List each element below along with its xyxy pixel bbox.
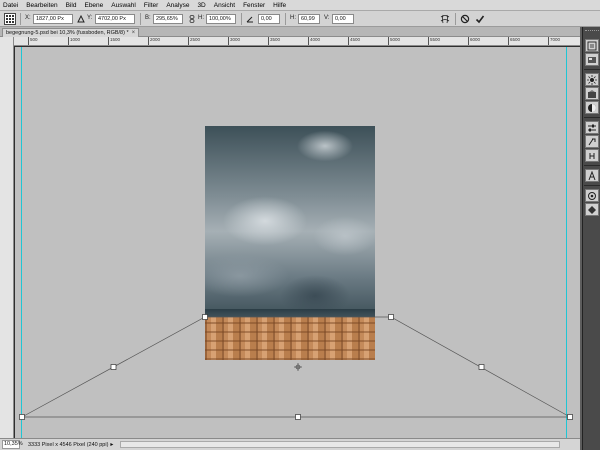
transform-bounding-box[interactable]: [15, 47, 580, 438]
ruler-tick-label: 2000: [148, 37, 160, 45]
brush-icon[interactable]: [585, 73, 599, 86]
transform-handle[interactable]: [202, 314, 208, 320]
document-canvas[interactable]: [15, 47, 580, 438]
ruler-tick-label: 6500: [508, 37, 520, 45]
dock-divider: [584, 69, 600, 70]
panel-dock: [582, 27, 600, 450]
menu-bild[interactable]: Bild: [66, 2, 77, 9]
channels-icon[interactable]: [585, 203, 599, 216]
rotation-angle-field[interactable]: 0,00: [258, 14, 280, 24]
close-tab-icon[interactable]: ×: [132, 29, 136, 37]
x-label: X:: [25, 15, 31, 21]
menu-analyse[interactable]: Analyse: [166, 2, 189, 9]
warp-icon[interactable]: [440, 14, 450, 24]
hskew-label: H:: [290, 15, 296, 21]
ruler-tick-label: 3000: [228, 37, 240, 45]
color-icon[interactable]: [585, 101, 599, 114]
vskew-label: V:: [324, 15, 330, 21]
transform-handle[interactable]: [567, 414, 573, 420]
menu-fenster[interactable]: Fenster: [243, 2, 265, 9]
zoom-level-field[interactable]: 10,35%: [2, 440, 23, 449]
rotate-angle-icon: [246, 16, 253, 23]
status-bar: 10,35% 3333 Pixel x 4546 Pixel (240 ppi)…: [0, 438, 580, 450]
y-position-field[interactable]: 4702,00 Px: [95, 14, 135, 24]
dock-divider: [584, 185, 600, 186]
transform-center-point[interactable]: [294, 363, 302, 371]
ruler-tick-label: 5500: [428, 37, 440, 45]
ruler-tick-label: 1000: [68, 37, 80, 45]
menu-datei[interactable]: Datei: [3, 2, 18, 9]
properties-icon[interactable]: [585, 53, 599, 66]
menu-ebene[interactable]: Ebene: [84, 2, 103, 9]
chain-link-icon[interactable]: [188, 15, 196, 23]
clone-source-icon[interactable]: [585, 149, 599, 162]
x-position-field[interactable]: 1827,00 Px: [33, 14, 73, 24]
ruler-tick-label: 4000: [308, 37, 320, 45]
height-label: H:: [198, 15, 204, 21]
transform-handle[interactable]: [19, 414, 25, 420]
dock-divider: [584, 165, 600, 166]
divider: [285, 13, 286, 25]
styles-icon[interactable]: [585, 135, 599, 148]
width-label: B:: [145, 15, 151, 21]
ruler-tick-label: 3500: [268, 37, 280, 45]
reference-point-icon[interactable]: [4, 13, 16, 25]
ruler-tick-label: 7000: [548, 37, 560, 45]
dock-divider: [584, 117, 600, 118]
document-tab[interactable]: begegnung-5.psd bei 10,3% (fussboden, RG…: [2, 28, 140, 37]
ruler-tick-label: 4500: [348, 37, 360, 45]
menu-bar: Datei Bearbeiten Bild Ebene Auswahl Filt…: [0, 0, 600, 11]
y-label: Y:: [87, 15, 93, 21]
ruler-tick-label: 500: [28, 37, 38, 45]
menu-filter[interactable]: Filter: [144, 2, 158, 9]
history-icon[interactable]: [585, 39, 599, 52]
document-tab-bar: begegnung-5.psd bei 10,3% (fussboden, RG…: [0, 27, 580, 37]
document-tab-title: begegnung-5.psd bei 10,3% (fussboden, RG…: [6, 30, 129, 36]
status-menu-arrow-icon[interactable]: ▸: [110, 441, 113, 448]
dock-grip[interactable]: [585, 30, 599, 33]
transform-handle[interactable]: [478, 364, 485, 370]
horizontal-ruler[interactable]: 500 1000 1500 2000 2500 3000 3500 4000 4…: [14, 37, 580, 46]
vertical-skew-field[interactable]: 0,00: [332, 14, 354, 24]
transform-options-bar: X: 1827,00 Px Y: 4702,00 Px B: 295,65% H…: [0, 11, 600, 27]
width-scale-field[interactable]: 295,65%: [153, 14, 183, 24]
vertical-ruler[interactable]: [0, 37, 14, 438]
menu-3d[interactable]: 3D: [197, 2, 205, 9]
commit-checkmark-icon[interactable]: [475, 14, 485, 24]
cancel-transform-icon[interactable]: [460, 14, 470, 24]
divider: [140, 13, 141, 25]
character-icon[interactable]: [585, 169, 599, 182]
height-scale-field[interactable]: 100,00%: [206, 14, 236, 24]
document-info: 3333 Pixel x 4546 Pixel (240 ppi): [28, 441, 109, 448]
transform-handle[interactable]: [110, 364, 117, 370]
transform-handle[interactable]: [295, 414, 301, 420]
ruler-tick-label: 1500: [108, 37, 120, 45]
divider: [455, 13, 456, 25]
relative-position-icon[interactable]: [77, 15, 85, 23]
divider: [20, 13, 21, 25]
adjustments-icon[interactable]: [585, 121, 599, 134]
horizontal-skew-field[interactable]: 60,99: [298, 14, 320, 24]
menu-hilfe[interactable]: Hilfe: [273, 2, 286, 9]
menu-ansicht[interactable]: Ansicht: [214, 2, 235, 9]
menu-bearbeiten[interactable]: Bearbeiten: [26, 2, 57, 9]
ruler-tick-label: 2500: [188, 37, 200, 45]
menu-auswahl[interactable]: Auswahl: [111, 2, 136, 9]
swatches-icon[interactable]: [585, 87, 599, 100]
transform-handle[interactable]: [388, 314, 394, 320]
ruler-tick-label: 5000: [388, 37, 400, 45]
horizontal-scrollbar[interactable]: [120, 441, 560, 448]
divider: [241, 13, 242, 25]
ruler-tick-label: 6000: [468, 37, 480, 45]
layers-icon[interactable]: [585, 189, 599, 202]
